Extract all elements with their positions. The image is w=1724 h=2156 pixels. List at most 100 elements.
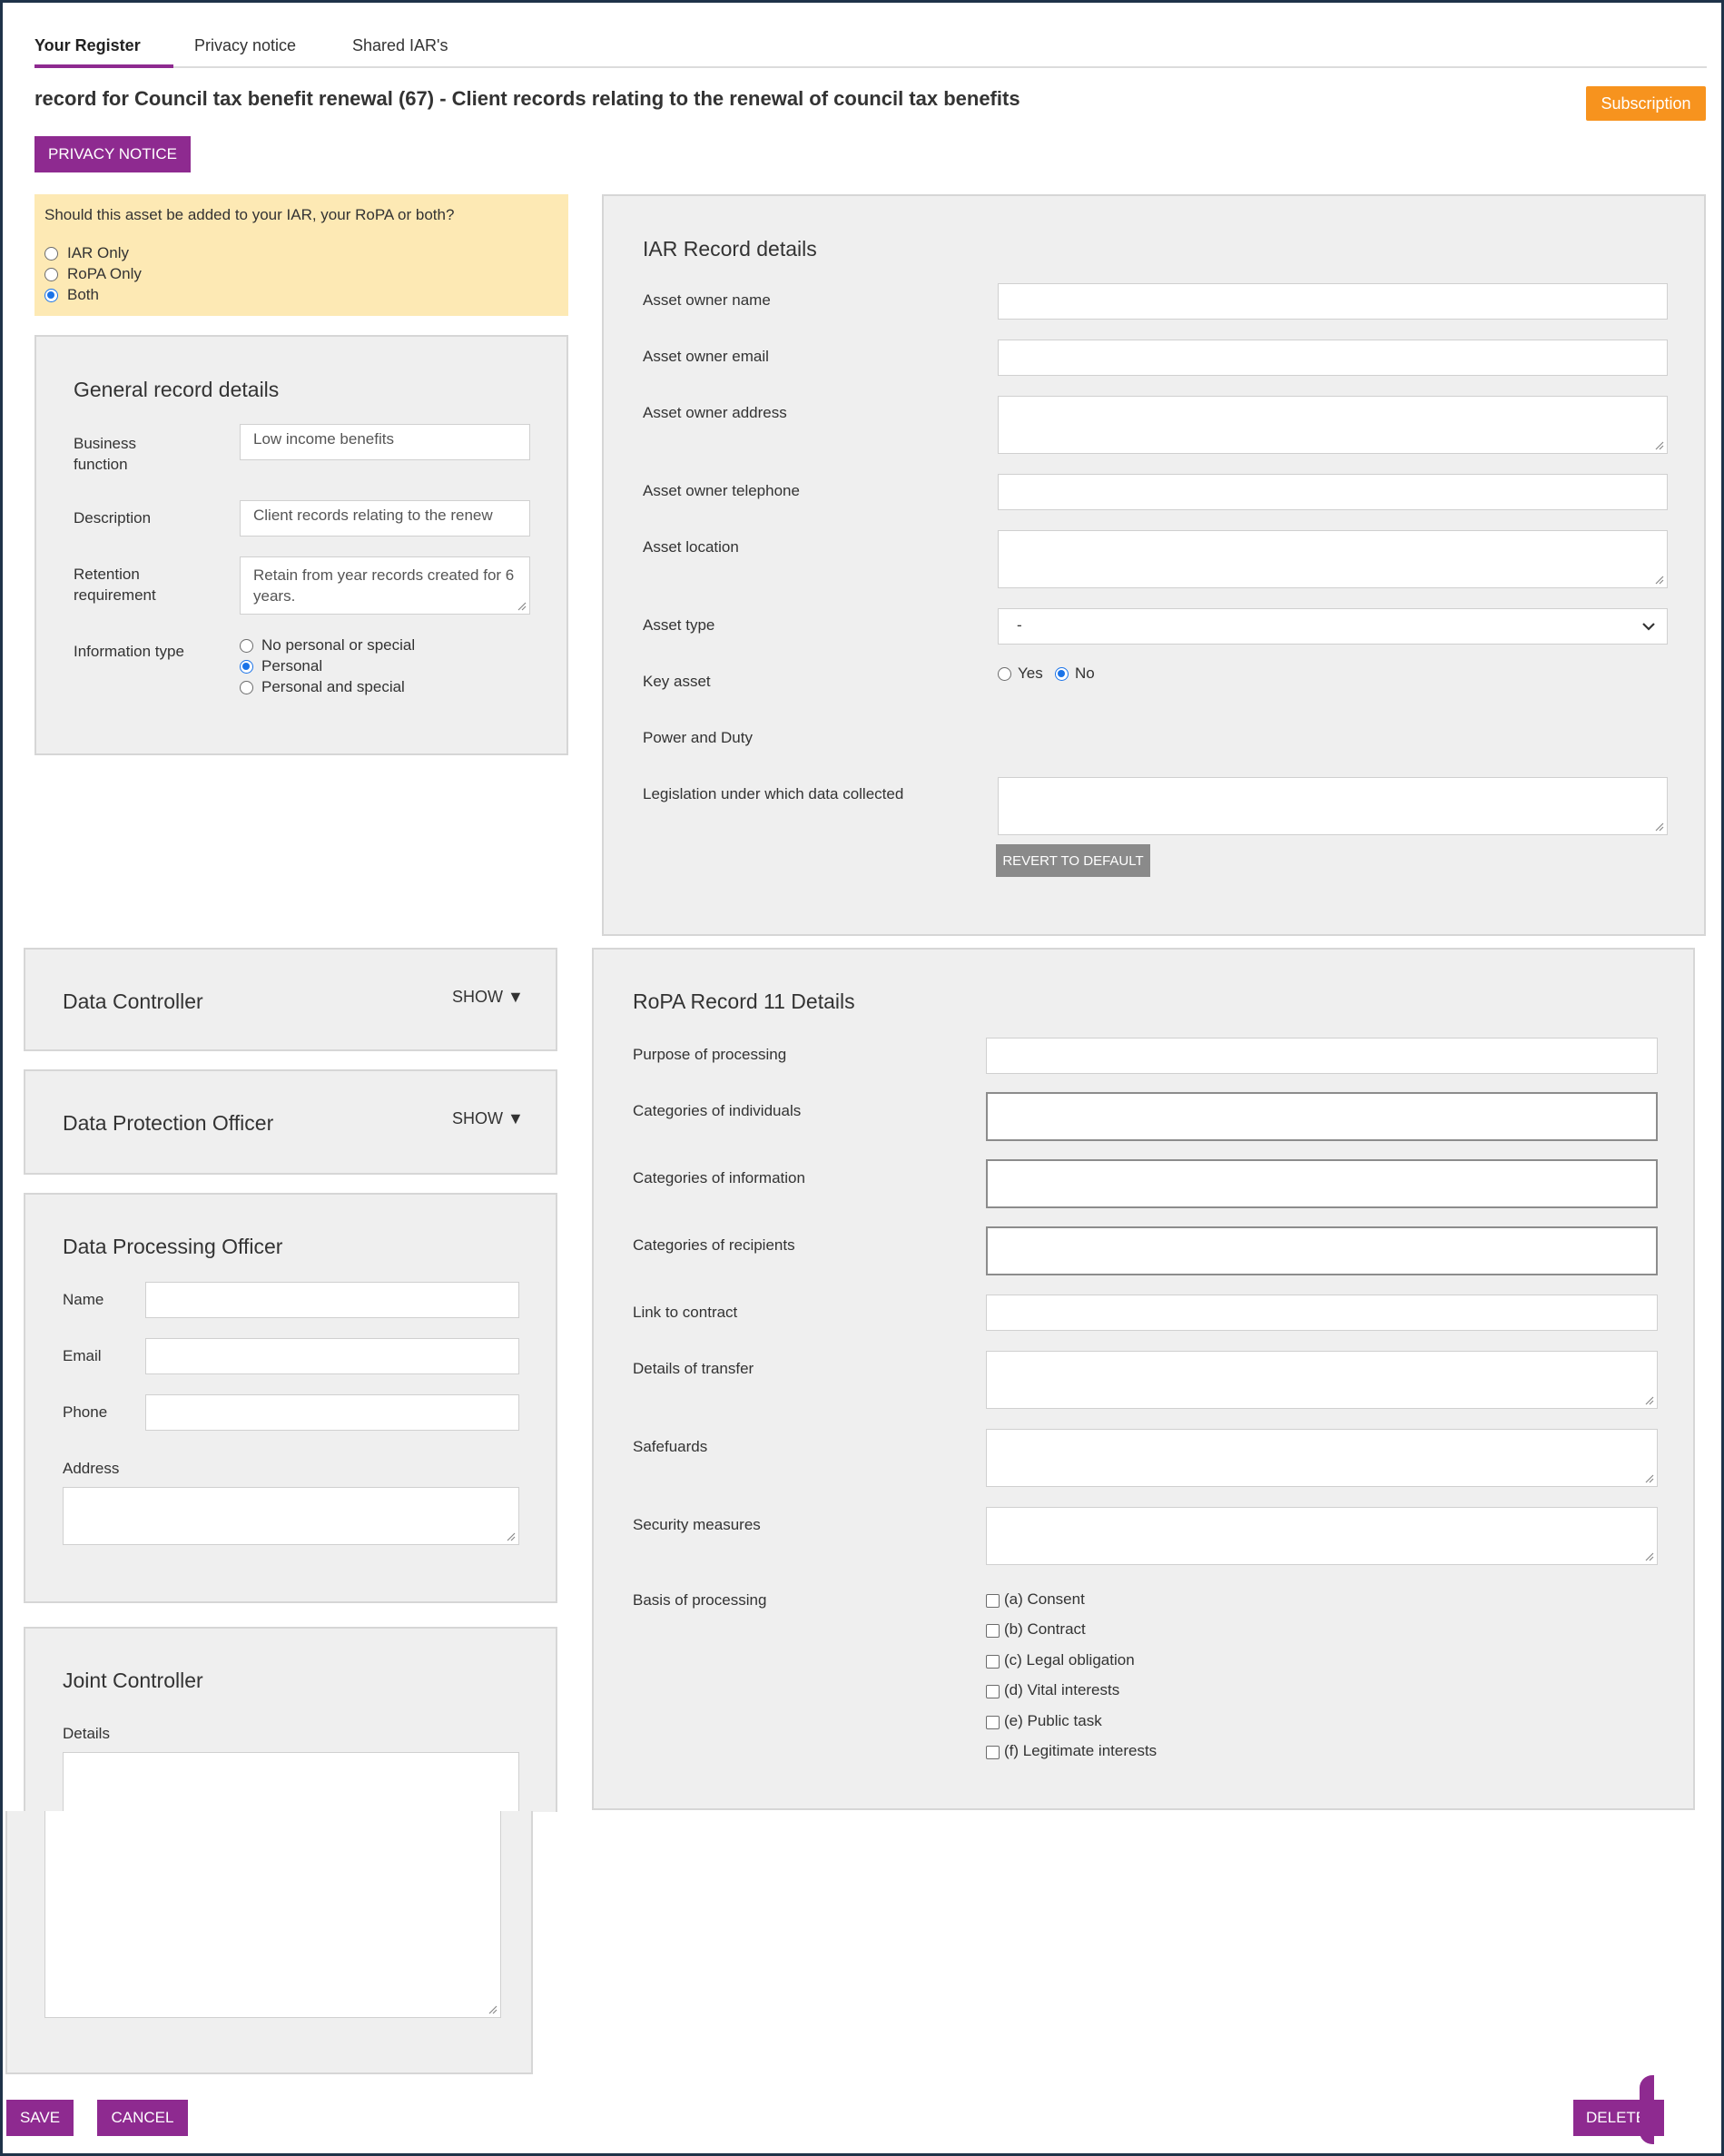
joint-controller-title: Joint Controller xyxy=(63,1669,203,1692)
radio-label-personal: Personal xyxy=(261,657,323,674)
resize-grip-icon[interactable] xyxy=(1643,1472,1654,1483)
checkbox-legitimate-interests[interactable] xyxy=(986,1746,1000,1759)
resize-grip-icon[interactable] xyxy=(505,1531,516,1541)
processing-officer-panel: Data Processing Officer Name Email Phone… xyxy=(24,1193,557,1603)
asset-owner-address-label: Asset owner address xyxy=(643,404,787,421)
resize-grip-icon[interactable] xyxy=(1643,1394,1654,1405)
info-type-label: Information type xyxy=(74,643,184,660)
asset-owner-telephone-input[interactable] xyxy=(998,474,1668,510)
radio-personal-special[interactable] xyxy=(240,681,253,694)
tab-your-register[interactable]: Your Register xyxy=(34,36,141,55)
checkbox-legal-obligation[interactable] xyxy=(986,1655,1000,1669)
asset-owner-email-input[interactable] xyxy=(998,340,1668,376)
radio-ropa-only[interactable] xyxy=(44,268,58,281)
radio-label-personal-special: Personal and special xyxy=(261,678,405,695)
categories-recipients-label: Categories of recipients xyxy=(633,1236,795,1254)
contract-link-input[interactable] xyxy=(986,1295,1658,1331)
save-button[interactable]: SAVE xyxy=(6,2100,74,2136)
resize-grip-icon[interactable] xyxy=(1653,439,1664,450)
purpose-input[interactable] xyxy=(986,1038,1658,1074)
retention-textarea[interactable]: Retain from year records created for 6 y… xyxy=(240,556,530,615)
processing-officer-phone-input[interactable] xyxy=(145,1394,519,1431)
categories-information-input[interactable] xyxy=(986,1159,1658,1208)
asset-owner-email-label: Asset owner email xyxy=(643,348,769,365)
radio-label-both: Both xyxy=(67,286,99,303)
business-function-label: Business function xyxy=(74,435,136,473)
subscription-button[interactable]: Subscription xyxy=(1586,86,1706,121)
joint-controller-details-textarea[interactable] xyxy=(44,1811,501,2018)
categories-individuals-input[interactable] xyxy=(986,1092,1658,1141)
contract-link-label: Link to contract xyxy=(633,1304,738,1321)
joint-controller-details-label: Details xyxy=(63,1725,110,1742)
active-tab-indicator xyxy=(34,64,173,68)
asset-owner-name-label: Asset owner name xyxy=(643,291,771,309)
processing-officer-title: Data Processing Officer xyxy=(63,1235,283,1258)
revert-to-default-button[interactable]: REVERT TO DEFAULT xyxy=(996,844,1150,877)
resize-grip-icon[interactable] xyxy=(516,600,527,611)
transfer-label: Details of transfer xyxy=(633,1360,754,1377)
radio-both[interactable] xyxy=(44,289,58,302)
asset-location-label: Asset location xyxy=(643,538,739,556)
processing-officer-address-textarea[interactable] xyxy=(63,1487,519,1545)
checkbox-label-legitimate-interests: (f) Legitimate interests xyxy=(1004,1742,1158,1759)
resize-grip-icon[interactable] xyxy=(1643,1551,1654,1561)
data-controller-title: Data Controller xyxy=(63,989,203,1013)
tab-privacy-notice[interactable]: Privacy notice xyxy=(194,36,296,55)
dpo-panel: Data Protection Officer SHOW ▼ xyxy=(24,1069,557,1175)
radio-key-asset-no[interactable] xyxy=(1055,667,1069,681)
categories-recipients-input[interactable] xyxy=(986,1226,1658,1275)
general-record-panel: General record details Business function… xyxy=(34,335,568,755)
checkbox-contract[interactable] xyxy=(986,1624,1000,1638)
checkbox-label-public-task: (e) Public task xyxy=(1004,1712,1102,1729)
business-function-input[interactable]: Low income benefits xyxy=(240,424,530,460)
floating-side-tab[interactable] xyxy=(1640,2075,1654,2144)
asset-owner-name-input[interactable] xyxy=(998,283,1668,320)
radio-label-iar-only: IAR Only xyxy=(67,244,130,261)
legislation-label: Legislation under which data collected xyxy=(643,785,904,802)
retention-label: Retention requirement xyxy=(74,566,156,604)
processing-officer-email-label: Email xyxy=(63,1347,102,1364)
legislation-textarea[interactable] xyxy=(998,777,1668,835)
radio-label-no-personal: No personal or special xyxy=(261,636,416,654)
joint-controller-panel: Joint Controller Details xyxy=(24,1627,557,1816)
processing-officer-phone-label: Phone xyxy=(63,1403,108,1421)
resize-grip-icon[interactable] xyxy=(487,2003,497,2014)
radio-label-key-asset-no: No xyxy=(1075,665,1095,682)
privacy-notice-button[interactable]: PRIVACY NOTICE xyxy=(34,136,191,172)
iar-record-panel: IAR Record details Asset owner name Asse… xyxy=(602,194,1706,936)
asset-target-question: Should this asset be added to your IAR, … xyxy=(44,206,455,223)
checkbox-consent[interactable] xyxy=(986,1594,1000,1608)
resize-grip-icon[interactable] xyxy=(1653,821,1664,832)
radio-iar-only[interactable] xyxy=(44,247,58,261)
safeguards-textarea[interactable] xyxy=(986,1429,1658,1487)
radio-key-asset-yes[interactable] xyxy=(998,667,1011,681)
radio-no-personal[interactable] xyxy=(240,639,253,653)
description-input[interactable]: Client records relating to the renew xyxy=(240,500,530,537)
transfer-textarea[interactable] xyxy=(986,1351,1658,1409)
processing-officer-name-label: Name xyxy=(63,1291,104,1308)
checkbox-vital-interests[interactable] xyxy=(986,1685,1000,1698)
asset-owner-address-textarea[interactable] xyxy=(998,396,1668,454)
purpose-label: Purpose of processing xyxy=(633,1046,787,1063)
chevron-down-icon xyxy=(1642,623,1655,631)
asset-type-select[interactable]: - xyxy=(998,608,1668,645)
cancel-button[interactable]: CANCEL xyxy=(97,2100,188,2136)
tab-shared-iars[interactable]: Shared IAR's xyxy=(352,36,448,55)
resize-grip-icon[interactable] xyxy=(1653,574,1664,585)
safeguards-label: Safefuards xyxy=(633,1438,708,1455)
processing-officer-email-input[interactable] xyxy=(145,1338,519,1374)
checkbox-label-legal-obligation: (c) Legal obligation xyxy=(1004,1651,1135,1669)
data-controller-panel: Data Controller SHOW ▼ xyxy=(24,948,557,1051)
joint-controller-panel-lower xyxy=(5,1811,533,2074)
checkbox-public-task[interactable] xyxy=(986,1716,1000,1729)
dpo-show-toggle[interactable]: SHOW ▼ xyxy=(452,1109,524,1128)
checkbox-label-consent: (a) Consent xyxy=(1004,1590,1085,1608)
joint-controller-details-textarea-top[interactable] xyxy=(63,1752,519,1816)
data-controller-show-toggle[interactable]: SHOW ▼ xyxy=(452,988,524,1007)
security-textarea[interactable] xyxy=(986,1507,1658,1565)
checkbox-label-contract: (b) Contract xyxy=(1004,1620,1086,1638)
radio-personal[interactable] xyxy=(240,660,253,674)
dpo-title: Data Protection Officer xyxy=(63,1111,274,1135)
asset-location-textarea[interactable] xyxy=(998,530,1668,588)
processing-officer-name-input[interactable] xyxy=(145,1282,519,1318)
